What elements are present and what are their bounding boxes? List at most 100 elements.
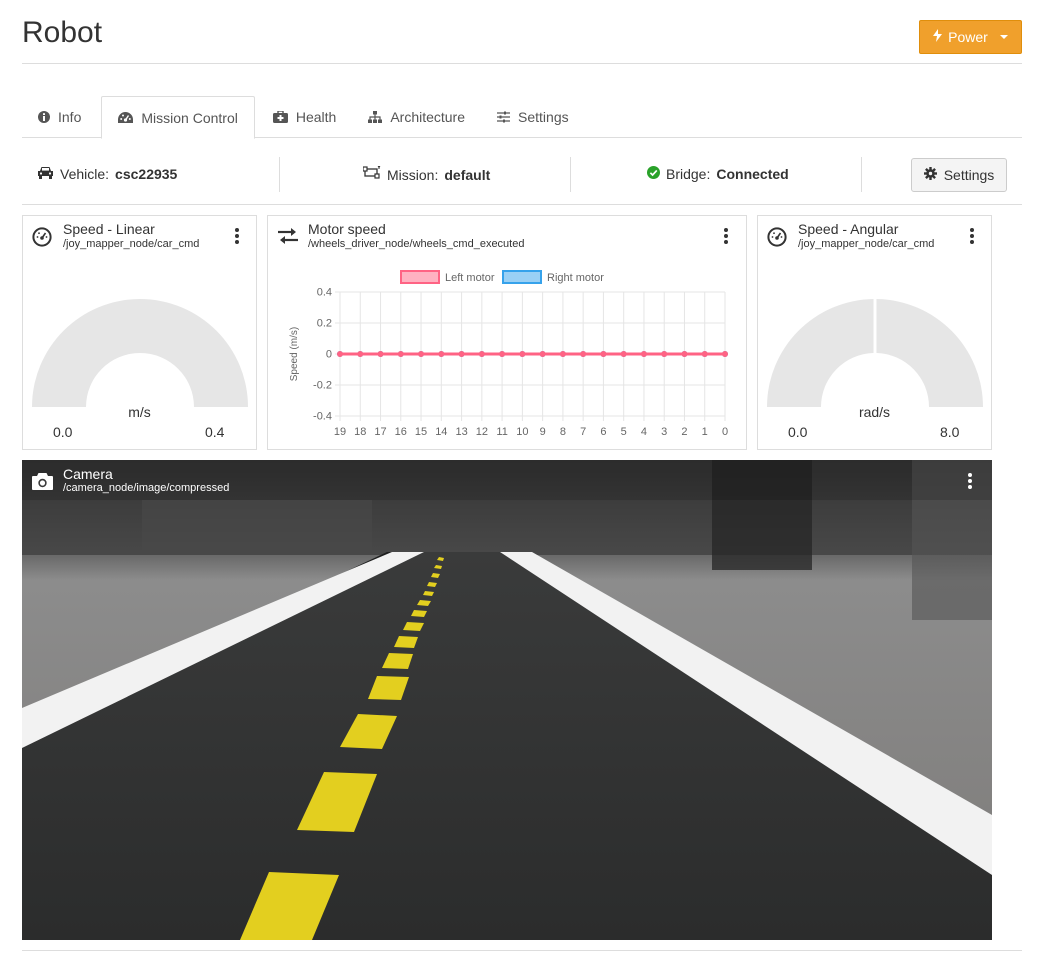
chart-grid [335,291,726,421]
x-tick-label: 9 [540,426,546,438]
exchange-icon [277,227,299,248]
panel-title: Motor speed [308,221,386,237]
legend-swatch-right-motor [502,270,542,284]
x-tick-label: 0 [722,426,728,438]
kebab-menu-icon[interactable] [235,228,239,244]
chart-series [337,351,728,357]
x-tick-label: 11 [496,426,507,438]
panel-topic: /wheels_driver_node/wheels_cmd_executed [308,238,525,250]
x-tick-label: 16 [395,426,407,438]
tab-label: Info [58,109,82,125]
status-divider [279,157,280,192]
camera-feed [22,460,992,940]
footer-divider [22,950,1022,951]
sitemap-icon [368,111,383,123]
status-divider [861,157,862,192]
car-icon [37,166,54,182]
panel-header: Speed - Linear /joy_mapper_node/car_cmd [23,216,256,256]
gauge-max: 8.0 [940,424,960,440]
y-tick-label: -0.2 [313,380,332,392]
info-icon [38,111,50,123]
data-point-left-motor [640,351,647,357]
tab-bar: Info Mission Control Health Architecture… [22,96,1022,139]
tab-label: Settings [518,109,569,125]
x-tick-label: 3 [661,426,667,438]
panel-title: Speed - Angular [798,221,899,237]
gauge-right-segment [876,299,983,407]
data-point-left-motor [661,351,668,357]
data-point-left-motor [722,351,728,357]
bolt-icon [933,29,943,45]
kebab-menu-icon[interactable] [968,473,972,489]
angular-gauge [767,299,983,407]
tab-settings[interactable]: Settings [481,96,585,138]
x-tick-label: 8 [560,426,566,438]
speed-linear-panel: Speed - Linear /joy_mapper_node/car_cmd … [22,215,257,450]
panel-title: Camera [63,466,113,482]
data-point-left-motor [519,351,526,357]
bridge-value: Connected [716,166,789,182]
gauge-unit: m/s [128,404,151,420]
chart-ticks: 0.40.20-0.2-0.419 18 17 16 15 14 13 12 11 10 9 8 7 6 5… [289,287,728,439]
camera-panel: Camera /camera_node/image/compressed [22,460,992,940]
chart-legend: Left motor Right motor [400,270,604,284]
tab-architecture[interactable]: Architecture [352,96,481,138]
camera-header-shade [22,460,992,500]
status-bar: Vehicle: csc22935 Mission: default Bridg… [22,140,1022,205]
tab-label: Mission Control [141,109,238,126]
motor-speed-chart: Left motor Right motor 0.40.20-0.2-0.419 1… [289,270,728,439]
gauge-min: 0.0 [53,424,73,440]
x-tick-label: 14 [435,426,447,438]
motor-speed-panel: Motor speed /wheels_driver_node/wheels_c… [267,215,747,450]
x-tick-label: 4 [641,426,647,438]
check-circle-icon [647,166,660,182]
gauge-left-segment [767,299,874,407]
panel-topic: /joy_mapper_node/car_cmd [798,238,935,250]
data-point-left-motor [559,351,566,357]
tab-health[interactable]: Health [257,96,352,138]
x-tick-label: 7 [580,426,586,438]
mission-icon [362,165,381,183]
panel-topic: /camera_node/image/compressed [63,482,230,494]
tab-label: Architecture [390,109,466,125]
data-point-left-motor [458,351,465,357]
mission-status: Mission: default [362,165,491,183]
panel-topic: /joy_mapper_node/car_cmd [63,238,200,250]
tab-info[interactable]: Info [22,96,97,138]
gauge-unit: rad/s [858,404,891,420]
settings-button[interactable]: Settings [911,158,1007,192]
x-tick-label: 5 [621,426,627,438]
data-point-left-motor [397,351,404,357]
panel-title: Speed - Linear [63,221,155,237]
speedometer-icon [767,227,787,250]
legend-label: Left motor [445,272,495,284]
status-divider [570,157,571,192]
x-tick-label: 19 [334,426,346,438]
kebab-menu-icon[interactable] [724,228,728,244]
data-point-left-motor [478,351,485,357]
x-tick-label: 1 [702,426,708,438]
kebab-menu-icon[interactable] [970,228,974,244]
x-tick-label: 13 [455,426,467,438]
tab-mission-control[interactable]: Mission Control [101,96,255,139]
sliders-icon [497,111,511,123]
mission-value: default [444,166,491,183]
bridge-label: Bridge: [666,166,711,182]
power-button[interactable]: Power [919,20,1022,54]
camera-furniture [142,500,372,555]
data-point-left-motor [499,351,506,357]
vehicle-label: Vehicle: [60,166,110,182]
data-point-left-motor [357,351,364,357]
y-tick-label: 0.2 [317,318,332,330]
page-title: Robot [22,16,103,49]
x-tick-label: 15 [415,426,427,438]
speed-angular-panel: Speed - Angular /joy_mapper_node/car_cmd… [757,215,992,450]
dashboard-icon [118,111,134,124]
data-point-left-motor [580,351,587,357]
y-axis-label: Speed (m/s) [289,327,300,381]
data-point-left-motor [418,351,425,357]
caret-down-icon [999,35,1008,39]
panel-header: Motor speed /wheels_driver_node/wheels_c… [268,216,746,256]
data-point-left-motor [681,351,688,357]
speedometer-icon [32,227,52,250]
